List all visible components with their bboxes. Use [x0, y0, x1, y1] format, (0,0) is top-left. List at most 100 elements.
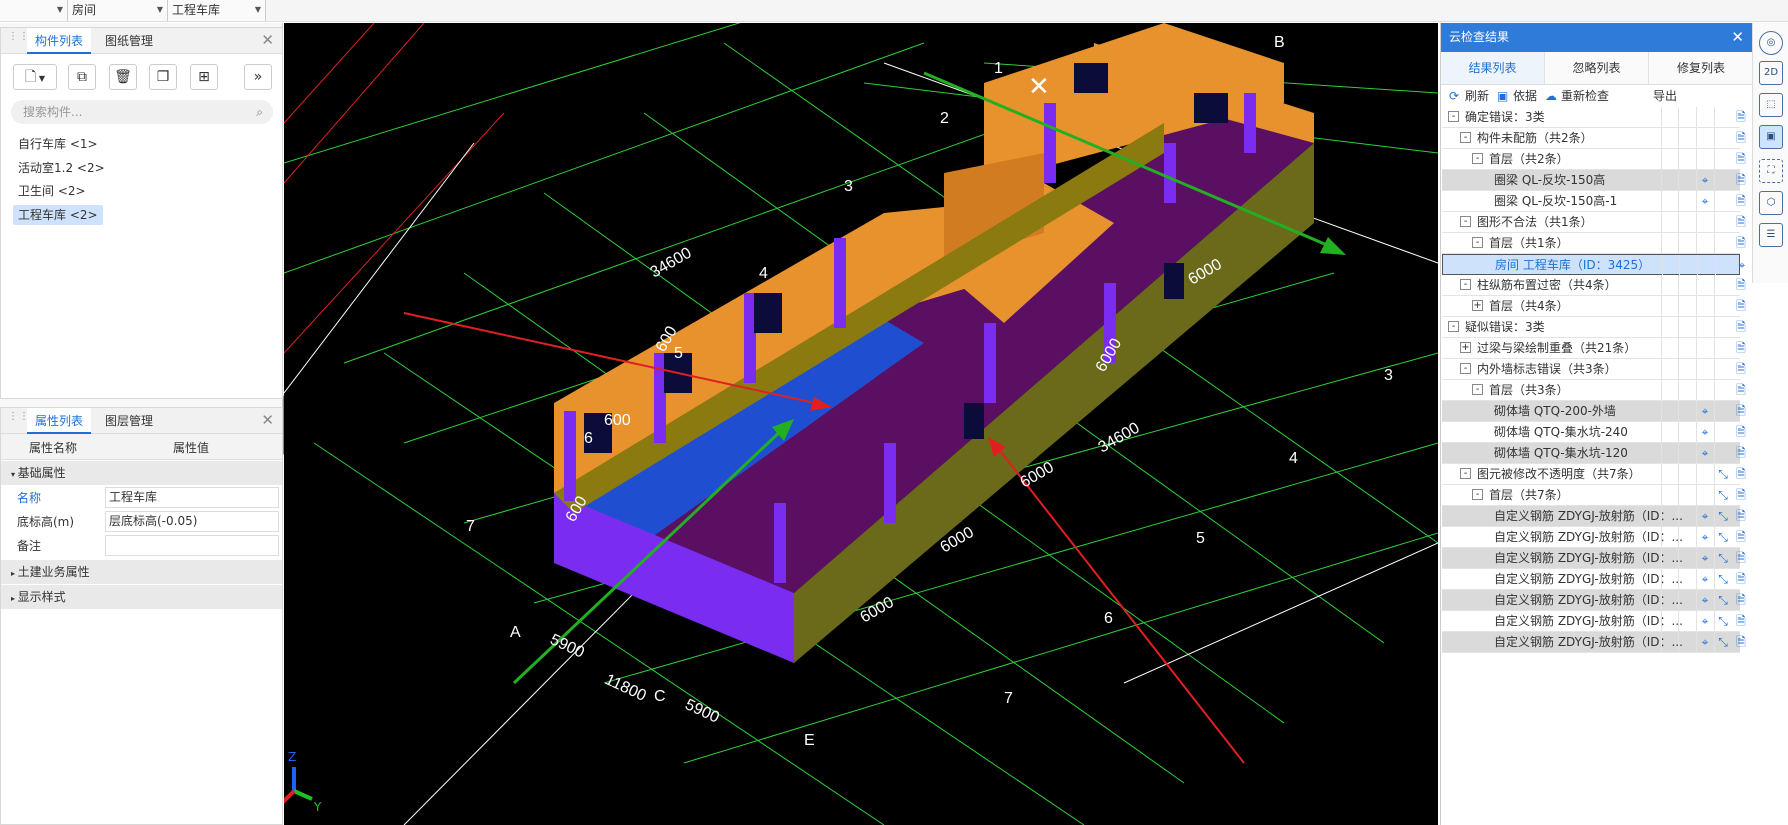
collapse-icon[interactable]: - [1472, 384, 1483, 395]
report-icon[interactable]: 🗎 [1732, 275, 1750, 295]
fix-icon[interactable]: ⤡ [1714, 590, 1732, 610]
tab-ignore-list[interactable]: 忽略列表 [1545, 52, 1649, 84]
import-button[interactable]: ⊞ [190, 64, 218, 90]
tree-row[interactable]: - 内外墙标志错误（共3条） 🗎 [1442, 359, 1746, 380]
tab-component-list[interactable]: 构件列表 [27, 28, 92, 54]
tab-drawing-manage[interactable]: 图纸管理 [97, 28, 161, 54]
tree-row[interactable]: + 首层（共4条） 🗎 [1442, 296, 1746, 317]
tree-row[interactable]: 自定义钢筋 ZDYGJ-放射筋（ID：... ⌖ ⤡ 🗎 [1442, 590, 1746, 611]
locate-icon[interactable]: ⌖ [1696, 401, 1714, 421]
tab-fix-list[interactable]: 修复列表 [1649, 52, 1753, 84]
collapse-icon[interactable]: - [1448, 321, 1459, 332]
new-component-button[interactable]: 🗋 ▼ [13, 64, 57, 90]
locate-icon[interactable]: ⌖ [1696, 590, 1714, 610]
export-button[interactable]: 导出 [1653, 85, 1677, 107]
expand-icon[interactable]: + [1472, 300, 1483, 311]
locate-icon[interactable]: ⌖ [1733, 255, 1751, 275]
report-icon[interactable]: 🗎 [1732, 170, 1750, 190]
model-view[interactable]: ✕ 34600 34600 6000 6000 6000 6000 6000 5… [284, 23, 1438, 825]
tree-row[interactable]: + 过梁与梁绘制重叠（共21条） 🗎 [1442, 338, 1746, 359]
section-display[interactable]: ▸ 显示样式 [1, 585, 282, 609]
report-icon[interactable]: 🗎 [1732, 233, 1750, 253]
3d-viewport[interactable]: ✕ 34600 34600 6000 6000 6000 6000 6000 5… [284, 23, 1438, 825]
delete-button[interactable]: 🗑 [109, 64, 137, 90]
tree-row[interactable]: 自定义钢筋 ZDYGJ-放射筋（ID：... ⌖ ⤡ 🗎 [1442, 569, 1746, 590]
tree-row[interactable]: 砌体墙 QTQ-200-外墙 ⌖ 🗎 [1442, 401, 1746, 422]
report-icon[interactable]: 🗎 [1732, 506, 1750, 526]
report-icon[interactable]: 🗎 [1732, 611, 1750, 631]
cloud-recheck-icon[interactable]: ☁ [1545, 85, 1557, 107]
report-icon[interactable]: 🗎 [1732, 191, 1750, 211]
locate-icon[interactable]: ⌖ [1696, 632, 1714, 652]
section-basic[interactable]: ▾ 基础属性 [1, 461, 282, 485]
tab-layer-manage[interactable]: 图层管理 [97, 408, 161, 434]
search-input[interactable]: 搜索构件... ⌕ [11, 100, 273, 124]
basis-icon[interactable]: ▣ [1497, 85, 1508, 107]
tree-row[interactable]: - 疑似错误：3类 🗎 [1442, 317, 1746, 338]
property-elevation-field[interactable]: 层底标高(-0.05) [105, 511, 279, 532]
solid-box-icon[interactable]: ▣ [1759, 125, 1783, 149]
tree-row[interactable]: 砌体墙 QTQ-集水坑-120 ⌖ 🗎 [1442, 443, 1746, 464]
refresh-button[interactable]: 刷新 [1465, 85, 1489, 107]
tree-row[interactable]: 圈梁 QL-反坎-150高-1 ⌖ 🗎 [1442, 191, 1746, 212]
locate-icon[interactable]: ⌖ [1696, 443, 1714, 463]
fix-icon[interactable]: ⤡ [1714, 527, 1732, 547]
tab-result-list[interactable]: 结果列表 [1441, 52, 1545, 84]
tree-row[interactable]: - 柱纵筋布置过密（共4条） 🗎 [1442, 275, 1746, 296]
collapse-icon[interactable]: - [1460, 216, 1471, 227]
locate-icon[interactable]: ⌖ [1696, 548, 1714, 568]
fix-icon[interactable]: ⤡ [1714, 569, 1732, 589]
tree-row[interactable]: 自定义钢筋 ZDYGJ-放射筋（ID：... ⌖ ⤡ 🗎 [1442, 506, 1746, 527]
tree-row[interactable]: 自定义钢筋 ZDYGJ-放射筋（ID：... ⌖ ⤡ 🗎 [1442, 611, 1746, 632]
collapse-icon[interactable]: - [1472, 237, 1483, 248]
report-icon[interactable]: 🗎 [1732, 128, 1750, 148]
duplicate-button[interactable]: ❐ [149, 64, 177, 90]
collapse-icon[interactable]: - [1460, 279, 1471, 290]
report-icon[interactable]: 🗎 [1732, 359, 1750, 379]
fix-icon[interactable]: ⤡ [1714, 548, 1732, 568]
combo-floor[interactable]: ▼ [0, 0, 68, 21]
basis-button[interactable]: 依据 [1513, 85, 1537, 107]
tree-row[interactable]: - 构件未配筋（共2条） 🗎 [1442, 128, 1746, 149]
report-icon[interactable]: 🗎 [1732, 632, 1750, 652]
section-civil[interactable]: ▸ 土建业务属性 [1, 560, 282, 584]
drag-grip-icon[interactable]: ⋮⋮ [8, 412, 29, 428]
report-icon[interactable]: 🗎 [1732, 590, 1750, 610]
tree-row[interactable]: 自定义钢筋 ZDYGJ-放射筋（ID：... ⌖ ⤡ 🗎 [1442, 548, 1746, 569]
tree-row[interactable]: - 首层（共1条） 🗎 [1442, 233, 1746, 254]
collapse-icon[interactable]: - [1460, 468, 1471, 479]
3d-box-icon[interactable]: ⬚ [1759, 93, 1783, 117]
collapse-icon[interactable]: - [1460, 132, 1471, 143]
list-item-engineering-garage[interactable]: 工程车库 <2> [13, 205, 103, 225]
orbit-icon[interactable]: ◎ [1759, 31, 1783, 55]
report-icon[interactable]: 🗎 [1732, 107, 1750, 127]
drag-grip-icon[interactable]: ⋮⋮ [8, 32, 29, 48]
layer-cube-icon[interactable]: ⬡ [1759, 191, 1783, 215]
report-icon[interactable]: 🗎 [1732, 569, 1750, 589]
combo-component[interactable]: 工程车库 ▼ [168, 0, 266, 21]
report-icon[interactable]: 🗎 [1732, 401, 1750, 421]
tree-row[interactable]: - 图元被修改不透明度（共7条） ⤡ 🗎 [1442, 464, 1746, 485]
2d-view-icon[interactable]: 2D [1759, 61, 1783, 85]
report-icon[interactable]: 🗎 [1732, 380, 1750, 400]
tree-row[interactable]: 房间 工程车库（ID：3425） ⌖ [1442, 254, 1745, 275]
collapse-icon[interactable]: - [1472, 489, 1483, 500]
report-icon[interactable]: 🗎 [1732, 527, 1750, 547]
list-item-activity-room[interactable]: 活动室1.2 <2> [13, 158, 110, 178]
close-icon[interactable]: ✕ [261, 411, 274, 429]
collapse-icon[interactable]: - [1448, 111, 1459, 122]
report-icon[interactable]: 🗎 [1732, 296, 1750, 316]
collapse-icon[interactable]: - [1460, 363, 1471, 374]
more-button[interactable]: » [244, 64, 272, 90]
locate-icon[interactable]: ⌖ [1696, 191, 1714, 211]
property-name-field[interactable]: 工程车库 [105, 487, 279, 508]
refresh-icon[interactable]: ⟳ [1449, 85, 1459, 107]
locate-icon[interactable]: ⌖ [1696, 506, 1714, 526]
expand-icon[interactable]: + [1460, 342, 1471, 353]
report-icon[interactable]: 🗎 [1732, 443, 1750, 463]
list-item-bike-garage[interactable]: 自行车库 <1> [13, 134, 103, 154]
tree-row[interactable]: 圈梁 QL-反坎-150高 ⌖ 🗎 [1442, 170, 1746, 191]
fix-icon[interactable]: ⤡ [1714, 632, 1732, 652]
tree-row[interactable]: - 确定错误：3类 🗎 [1442, 107, 1746, 128]
report-icon[interactable]: 🗎 [1732, 317, 1750, 337]
